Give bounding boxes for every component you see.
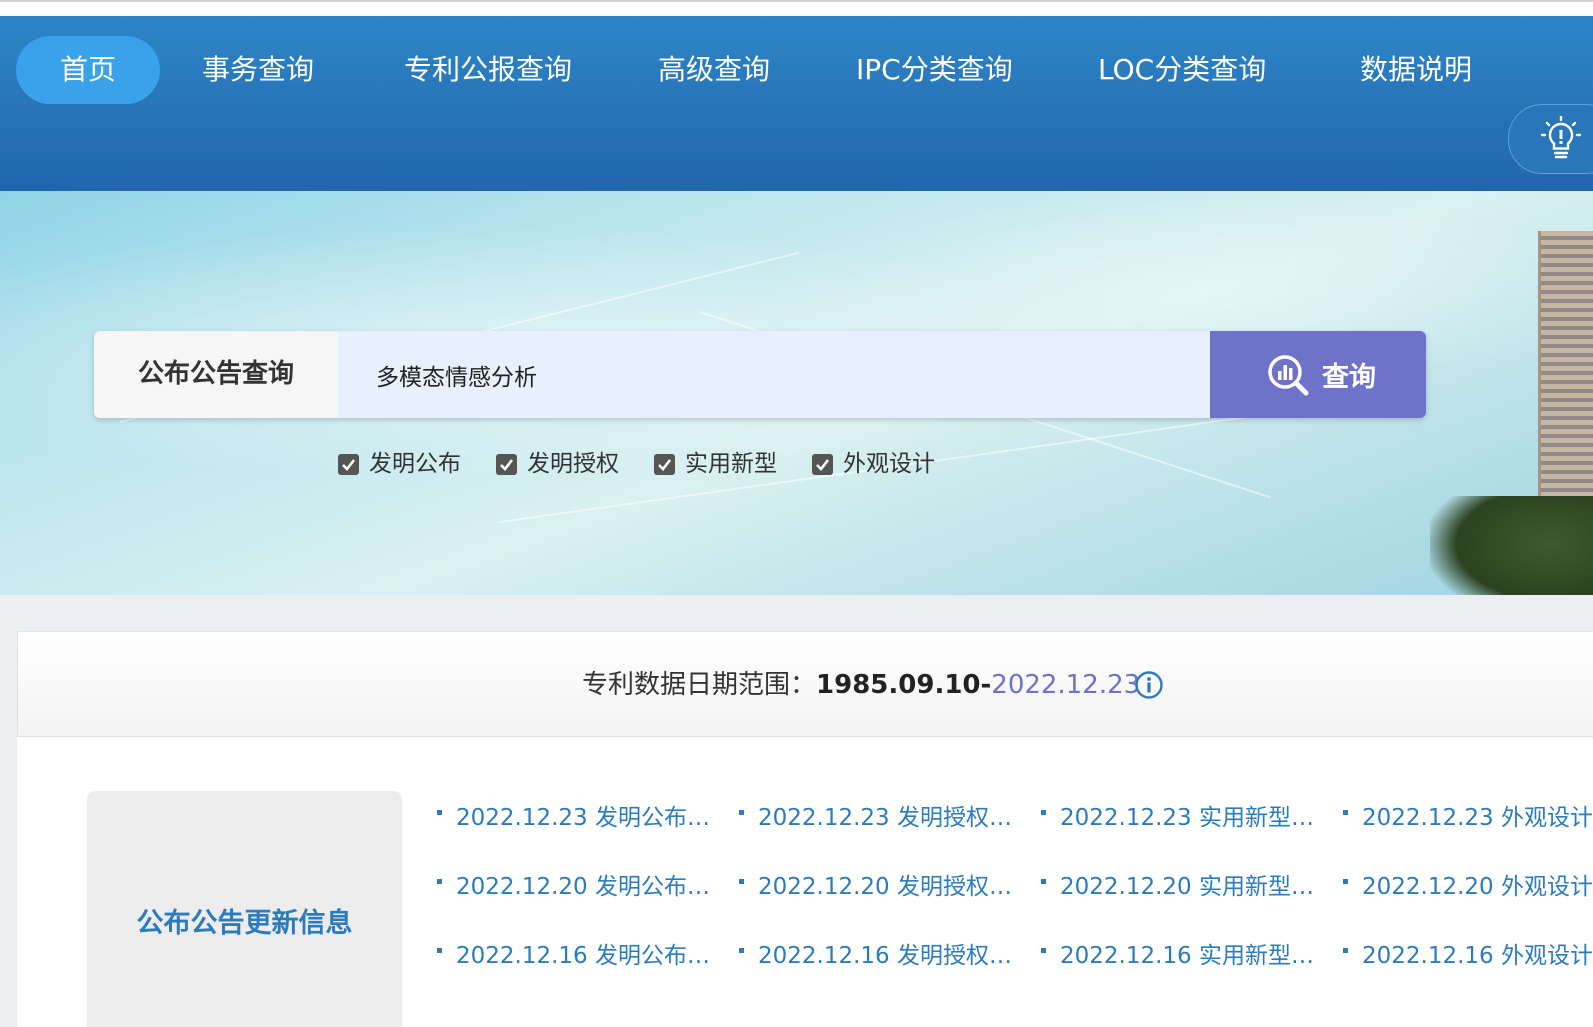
nav-ipc-query[interactable]: IPC分类查询	[812, 36, 1057, 104]
date-range-label: 专利数据日期范围：	[582, 670, 817, 700]
search-analytics-icon	[1268, 355, 1309, 396]
bullet-icon	[1343, 810, 1348, 815]
checkbox-checked-icon[interactable]	[496, 454, 517, 475]
search-bar: 公布公告查询 查询	[94, 331, 1426, 418]
update-link[interactable]: 2022.12.16 发明公布…	[437, 936, 727, 970]
bullet-icon	[739, 879, 744, 884]
bullet-icon	[1343, 948, 1348, 953]
date-range-end: 2022.12.23	[991, 670, 1141, 700]
announcement-updates: 公布公告更新信息 2022.12.23 发明公布… 2022.12.23 发明授…	[17, 737, 1593, 1027]
date-range-text: 专利数据日期范围：1985.09.10-2022.12.23	[582, 664, 1140, 701]
update-link[interactable]: 2022.12.23 发明授权…	[739, 798, 1029, 832]
update-link[interactable]: 2022.12.23 外观设计	[1343, 798, 1593, 832]
top-navigation-bar: 首页 事务查询 专利公报查询 高级查询 IPC分类查询 LOC分类查询 数据说明	[0, 16, 1593, 191]
filter-label: 发明授权	[527, 451, 619, 477]
data-date-range-panel: 专利数据日期范围：1985.09.10-2022.12.23	[17, 631, 1593, 737]
filter-label: 外观设计	[843, 451, 935, 477]
updates-title: 公布公告更新信息	[136, 908, 353, 939]
nav-loc-query[interactable]: LOC分类查询	[1054, 36, 1310, 104]
search-type-label[interactable]: 公布公告查询	[94, 331, 338, 418]
trees-image	[1430, 496, 1593, 595]
bullet-icon	[1343, 879, 1348, 884]
updates-title-panel: 公布公告更新信息	[87, 791, 402, 1027]
info-icon[interactable]	[1134, 670, 1164, 700]
checkbox-checked-icon[interactable]	[654, 454, 675, 475]
search-button[interactable]: 查询	[1210, 331, 1426, 418]
date-range-start: 1985.09.10-	[816, 670, 992, 700]
tip-button[interactable]	[1508, 104, 1593, 174]
update-link[interactable]: 2022.12.23 发明公布…	[437, 798, 727, 832]
checkbox-checked-icon[interactable]	[338, 454, 359, 475]
bullet-icon	[1041, 810, 1046, 815]
bullet-icon	[437, 810, 442, 815]
nav-data-description[interactable]: 数据说明	[1316, 36, 1516, 104]
nav-transaction-query[interactable]: 事务查询	[158, 36, 358, 104]
nav-home[interactable]: 首页	[16, 36, 161, 104]
update-link[interactable]: 2022.12.20 外观设计	[1343, 867, 1593, 901]
nav-advanced-query[interactable]: 高级查询	[614, 36, 814, 104]
update-link[interactable]: 2022.12.23 实用新型…	[1041, 798, 1331, 832]
search-button-label: 查询	[1322, 362, 1376, 393]
checkbox-checked-icon[interactable]	[812, 454, 833, 475]
bullet-icon	[437, 879, 442, 884]
update-link[interactable]: 2022.12.20 发明公布…	[437, 867, 727, 901]
nav-patent-gazette-query[interactable]: 专利公报查询	[360, 36, 616, 104]
update-link[interactable]: 2022.12.20 实用新型…	[1041, 867, 1331, 901]
bullet-icon	[739, 948, 744, 953]
update-link[interactable]: 2022.12.16 外观设计	[1343, 936, 1593, 970]
update-link[interactable]: 2022.12.16 实用新型…	[1041, 936, 1331, 970]
update-link[interactable]: 2022.12.16 发明授权…	[739, 936, 1029, 970]
filter-label: 实用新型	[685, 451, 777, 477]
bullet-icon	[1041, 948, 1046, 953]
search-input[interactable]	[338, 331, 1210, 418]
update-link[interactable]: 2022.12.20 发明授权…	[739, 867, 1029, 901]
bullet-icon	[1041, 879, 1046, 884]
filter-label: 发明公布	[369, 451, 461, 477]
lightbulb-icon	[1540, 116, 1582, 159]
bullet-icon	[437, 948, 442, 953]
bullet-icon	[739, 810, 744, 815]
browser-top-edge	[0, 0, 1593, 16]
